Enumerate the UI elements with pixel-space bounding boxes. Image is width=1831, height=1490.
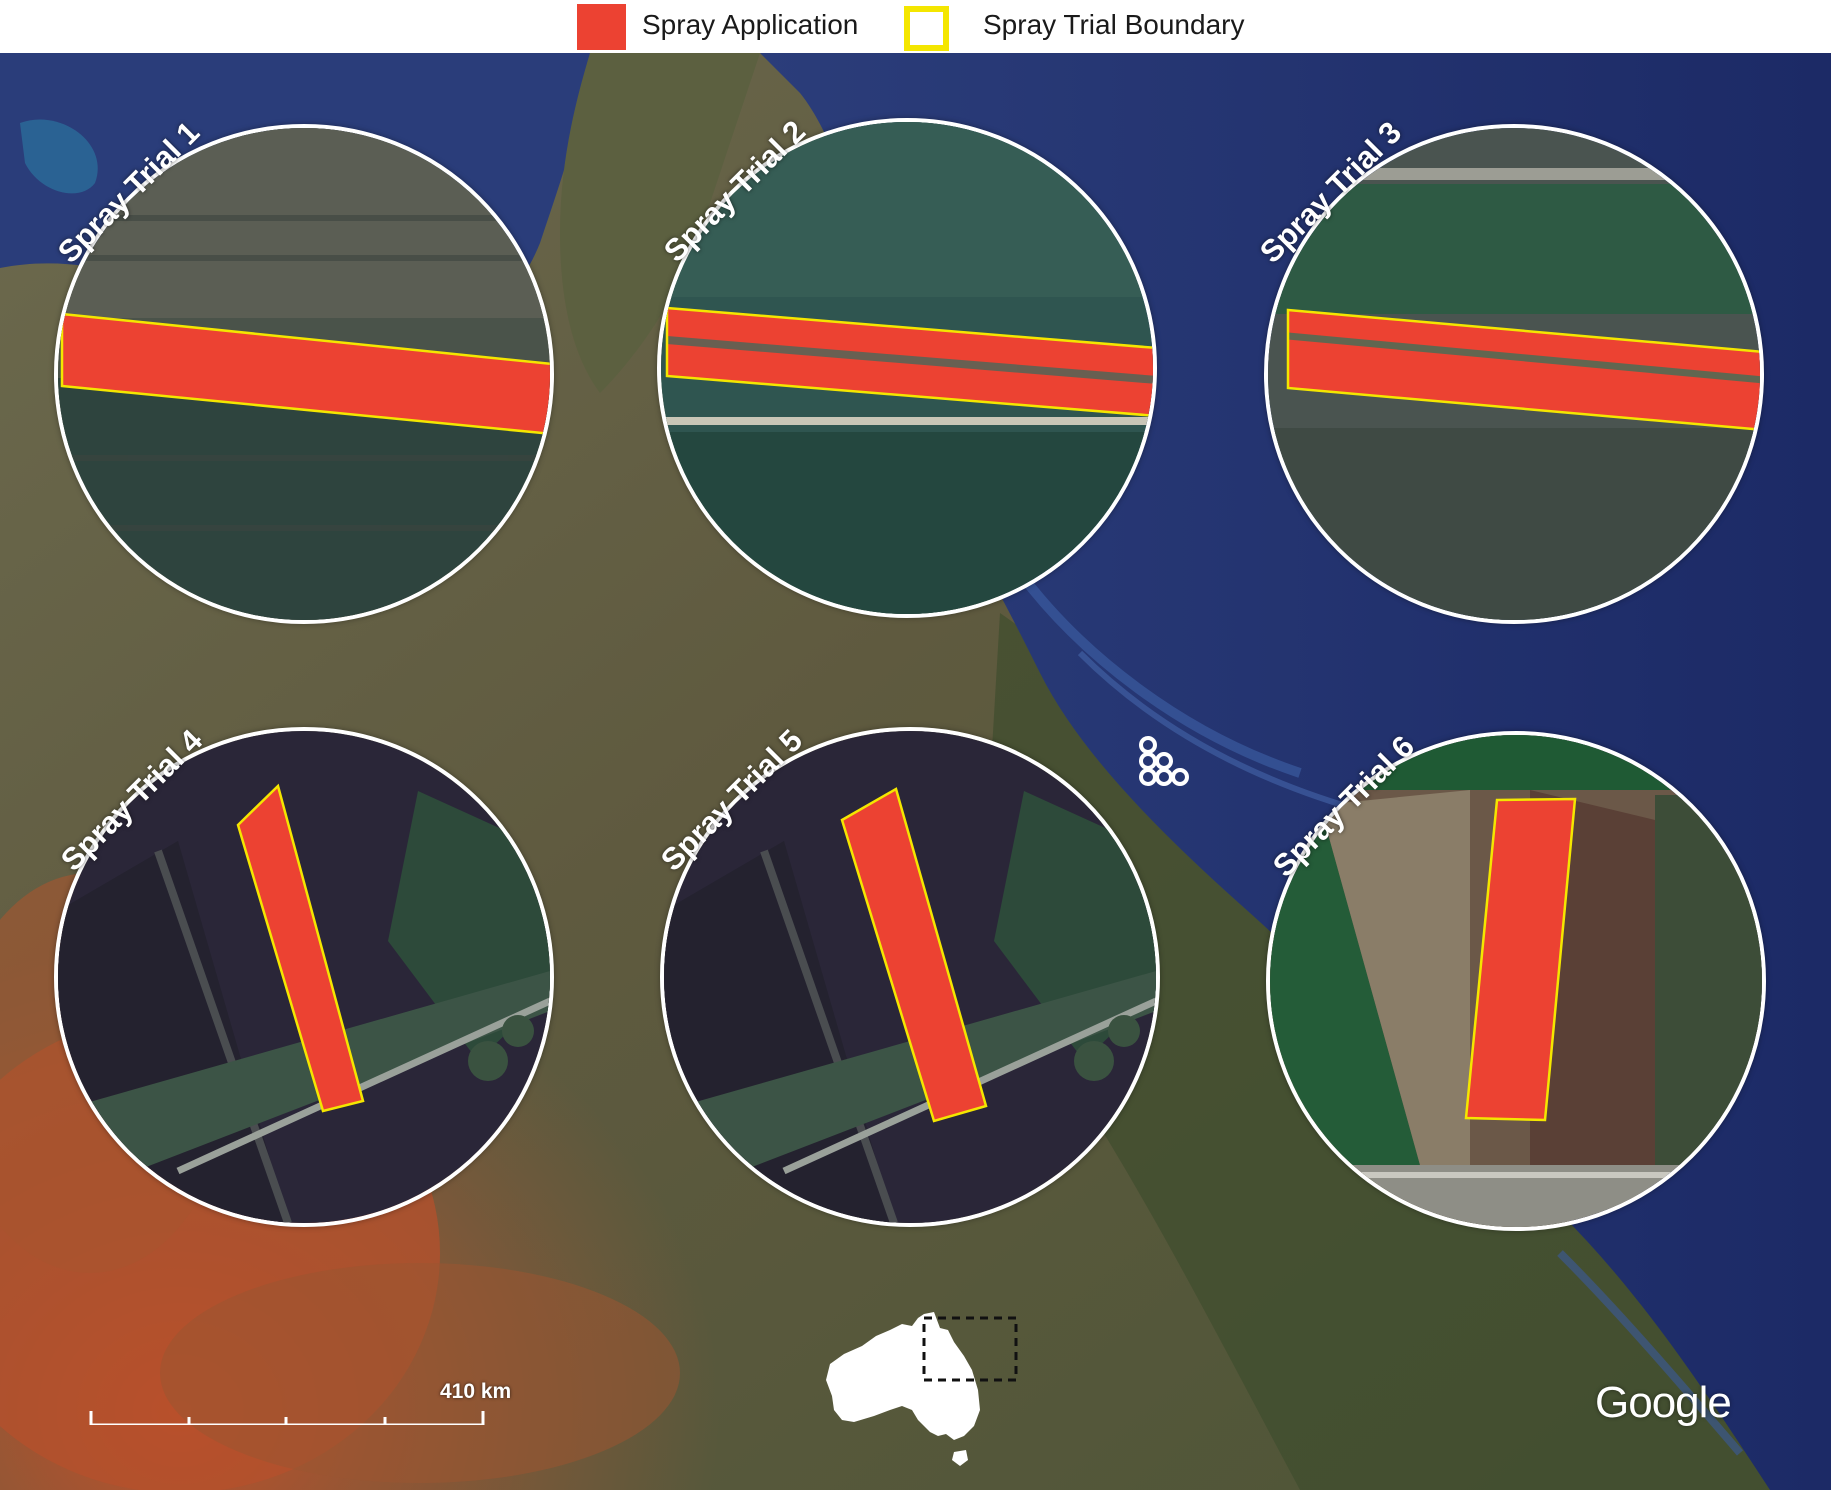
- australia-map-icon: [826, 1312, 1018, 1466]
- scale-bar: [89, 1411, 485, 1425]
- cluster-dots-icon: [1139, 736, 1189, 786]
- figure: Spray Application Spray Trial Boundary S…: [0, 0, 1831, 1490]
- legend: Spray Application Spray Trial Boundary: [0, 0, 1831, 53]
- trial-1-inset: Spray Trial 1: [51, 115, 554, 624]
- trial-5-inset: Spray Trial 5: [654, 723, 1160, 1227]
- spray-application-label: Spray Application: [642, 9, 859, 40]
- trial-6-inset: Spray Trial 6: [1266, 729, 1766, 1231]
- google-attribution: Google: [1595, 1378, 1732, 1427]
- spray-trial-boundary-label: Spray Trial Boundary: [983, 9, 1245, 40]
- spray-trial-boundary-swatch: [904, 6, 949, 51]
- trial-4-inset: Spray Trial 4: [54, 723, 554, 1227]
- trial-2-inset: Spray Trial 2: [657, 114, 1157, 618]
- scale-bar-label: 410 km: [440, 1380, 512, 1403]
- spray-application-swatch: [577, 4, 626, 50]
- trial-3-inset: Spray Trial 3: [1253, 115, 1764, 624]
